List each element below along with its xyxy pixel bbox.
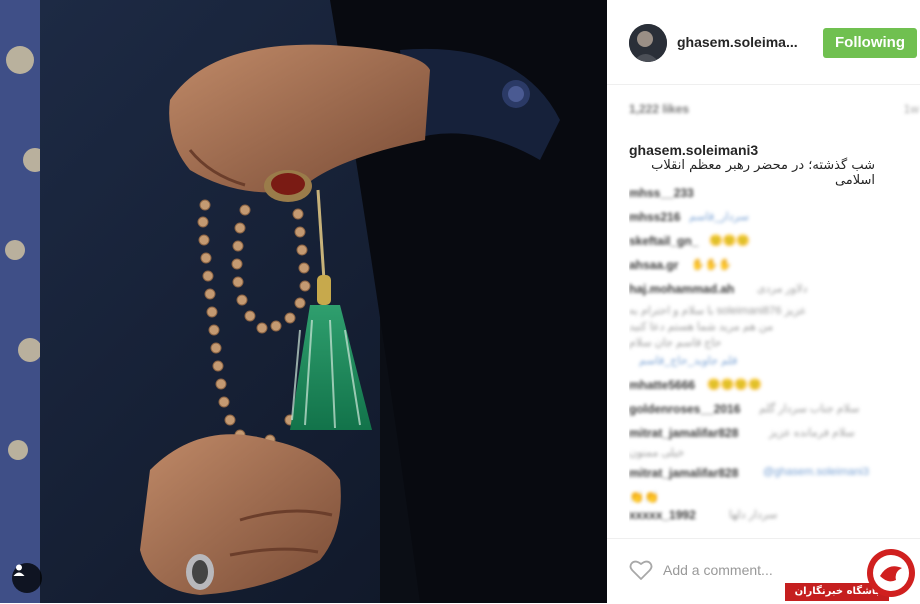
comment-text[interactable]: سردار_قاسم [689,210,749,223]
comment-text: با سلام و احترام به soleimani876 عزیز [629,305,807,317]
comment-text[interactable]: قلم جاوید_حاج_قاسم [639,354,737,367]
comment-username[interactable]: mhss__233 [629,186,694,200]
comment-item: skeftail_gn_ 🙂🙂🙂 [629,230,919,254]
comment-username[interactable]: mitrat_jamalifar828 [629,466,738,480]
heart-icon[interactable] [629,559,653,586]
header-username[interactable]: ghasem.soleima... [677,34,798,50]
comment-text: سلام جناب سردار گلم [759,403,860,415]
post-date[interactable]: 1w [904,102,919,116]
comment-text: دلاور مردی [757,283,808,295]
comment-item: mhss216 سردار_قاسم [629,206,919,230]
post-meta: 1,222 likes 1w [629,100,919,120]
comment-text: 🙂🙂🙂🙂 [707,379,762,391]
comment-username[interactable]: 👏👏 [629,490,659,504]
comment-item: 👏👏 [629,486,919,504]
comment-item: خیلی ممنون [629,446,919,462]
comment-text[interactable]: @ghasem.soleimani3 [763,466,869,478]
comment-item: ahsaa.gr ✋✋✋ [629,254,919,278]
watermark-logo-icon [866,548,916,598]
comment-text: حاج قاسم جان سلام [629,337,722,349]
comment-username[interactable]: ahsaa.gr [629,258,678,272]
comment-username[interactable]: goldenroses__2016 [629,402,740,416]
profile-avatar[interactable] [629,24,667,62]
photo-illustration [0,0,607,603]
comment-item: mhss__233 [629,182,919,206]
comment-text: سلام فرمانده عزیز [769,427,855,439]
comment-username[interactable]: xxxxx_1992 [629,508,696,522]
comment-username[interactable]: haj.mohammad.ah [629,282,734,296]
comment-item: mitrat_jamalifar828 سلام فرمانده عزیز [629,422,919,446]
comment-text: 🙂🙂🙂 [709,235,751,247]
comment-item: قلم جاوید_حاج_قاسم [629,350,919,374]
comment-item: با سلام و احترام به soleimani876 عزیز [629,302,919,318]
caption-username[interactable]: ghasem.soleimani3 [629,142,758,158]
add-comment-input[interactable]: Add a comment... [663,562,773,578]
comments-list: mhss__233 mhss216 سردار_قاسم skeftail_gn… [629,182,919,534]
post-header: ghasem.soleima... Following [607,0,920,85]
comment-text: من هم مرید شما هستم دعا کنید [629,321,774,333]
comment-item: xxxxx_1992 سردار دلها [629,504,919,528]
comment-item: haj.mohammad.ah دلاور مردی [629,278,919,302]
comment-username[interactable]: skeftail_gn_ [629,234,698,248]
comment-item: من هم مرید شما هستم دعا کنید [629,318,919,334]
post-photo[interactable] [0,0,607,603]
comment-username[interactable]: mitrat_jamalifar828 [629,426,738,440]
comment-item: goldenroses__2016 سلام جناب سردار گلم [629,398,919,422]
comment-item: حاج قاسم جان سلام [629,334,919,350]
comment-username[interactable]: mhss216 [629,210,680,224]
comment-item: mitrat_jamalifar828 @ghasem.soleimani3 [629,462,919,486]
post-side-panel: ghasem.soleima... Following 1,222 likes … [607,0,920,603]
comment-text: سردار دلها [729,509,778,521]
comment-item: mhatte5666 🙂🙂🙂🙂 [629,374,919,398]
comment-text: خیلی ممنون [629,447,685,459]
user-tag-icon[interactable] [12,563,42,593]
comment-text: ✋✋✋ [691,259,733,271]
comment-username[interactable]: mhatte5666 [629,378,695,392]
following-button[interactable]: Following [823,28,917,58]
likes-count[interactable]: 1,222 likes [629,102,689,116]
